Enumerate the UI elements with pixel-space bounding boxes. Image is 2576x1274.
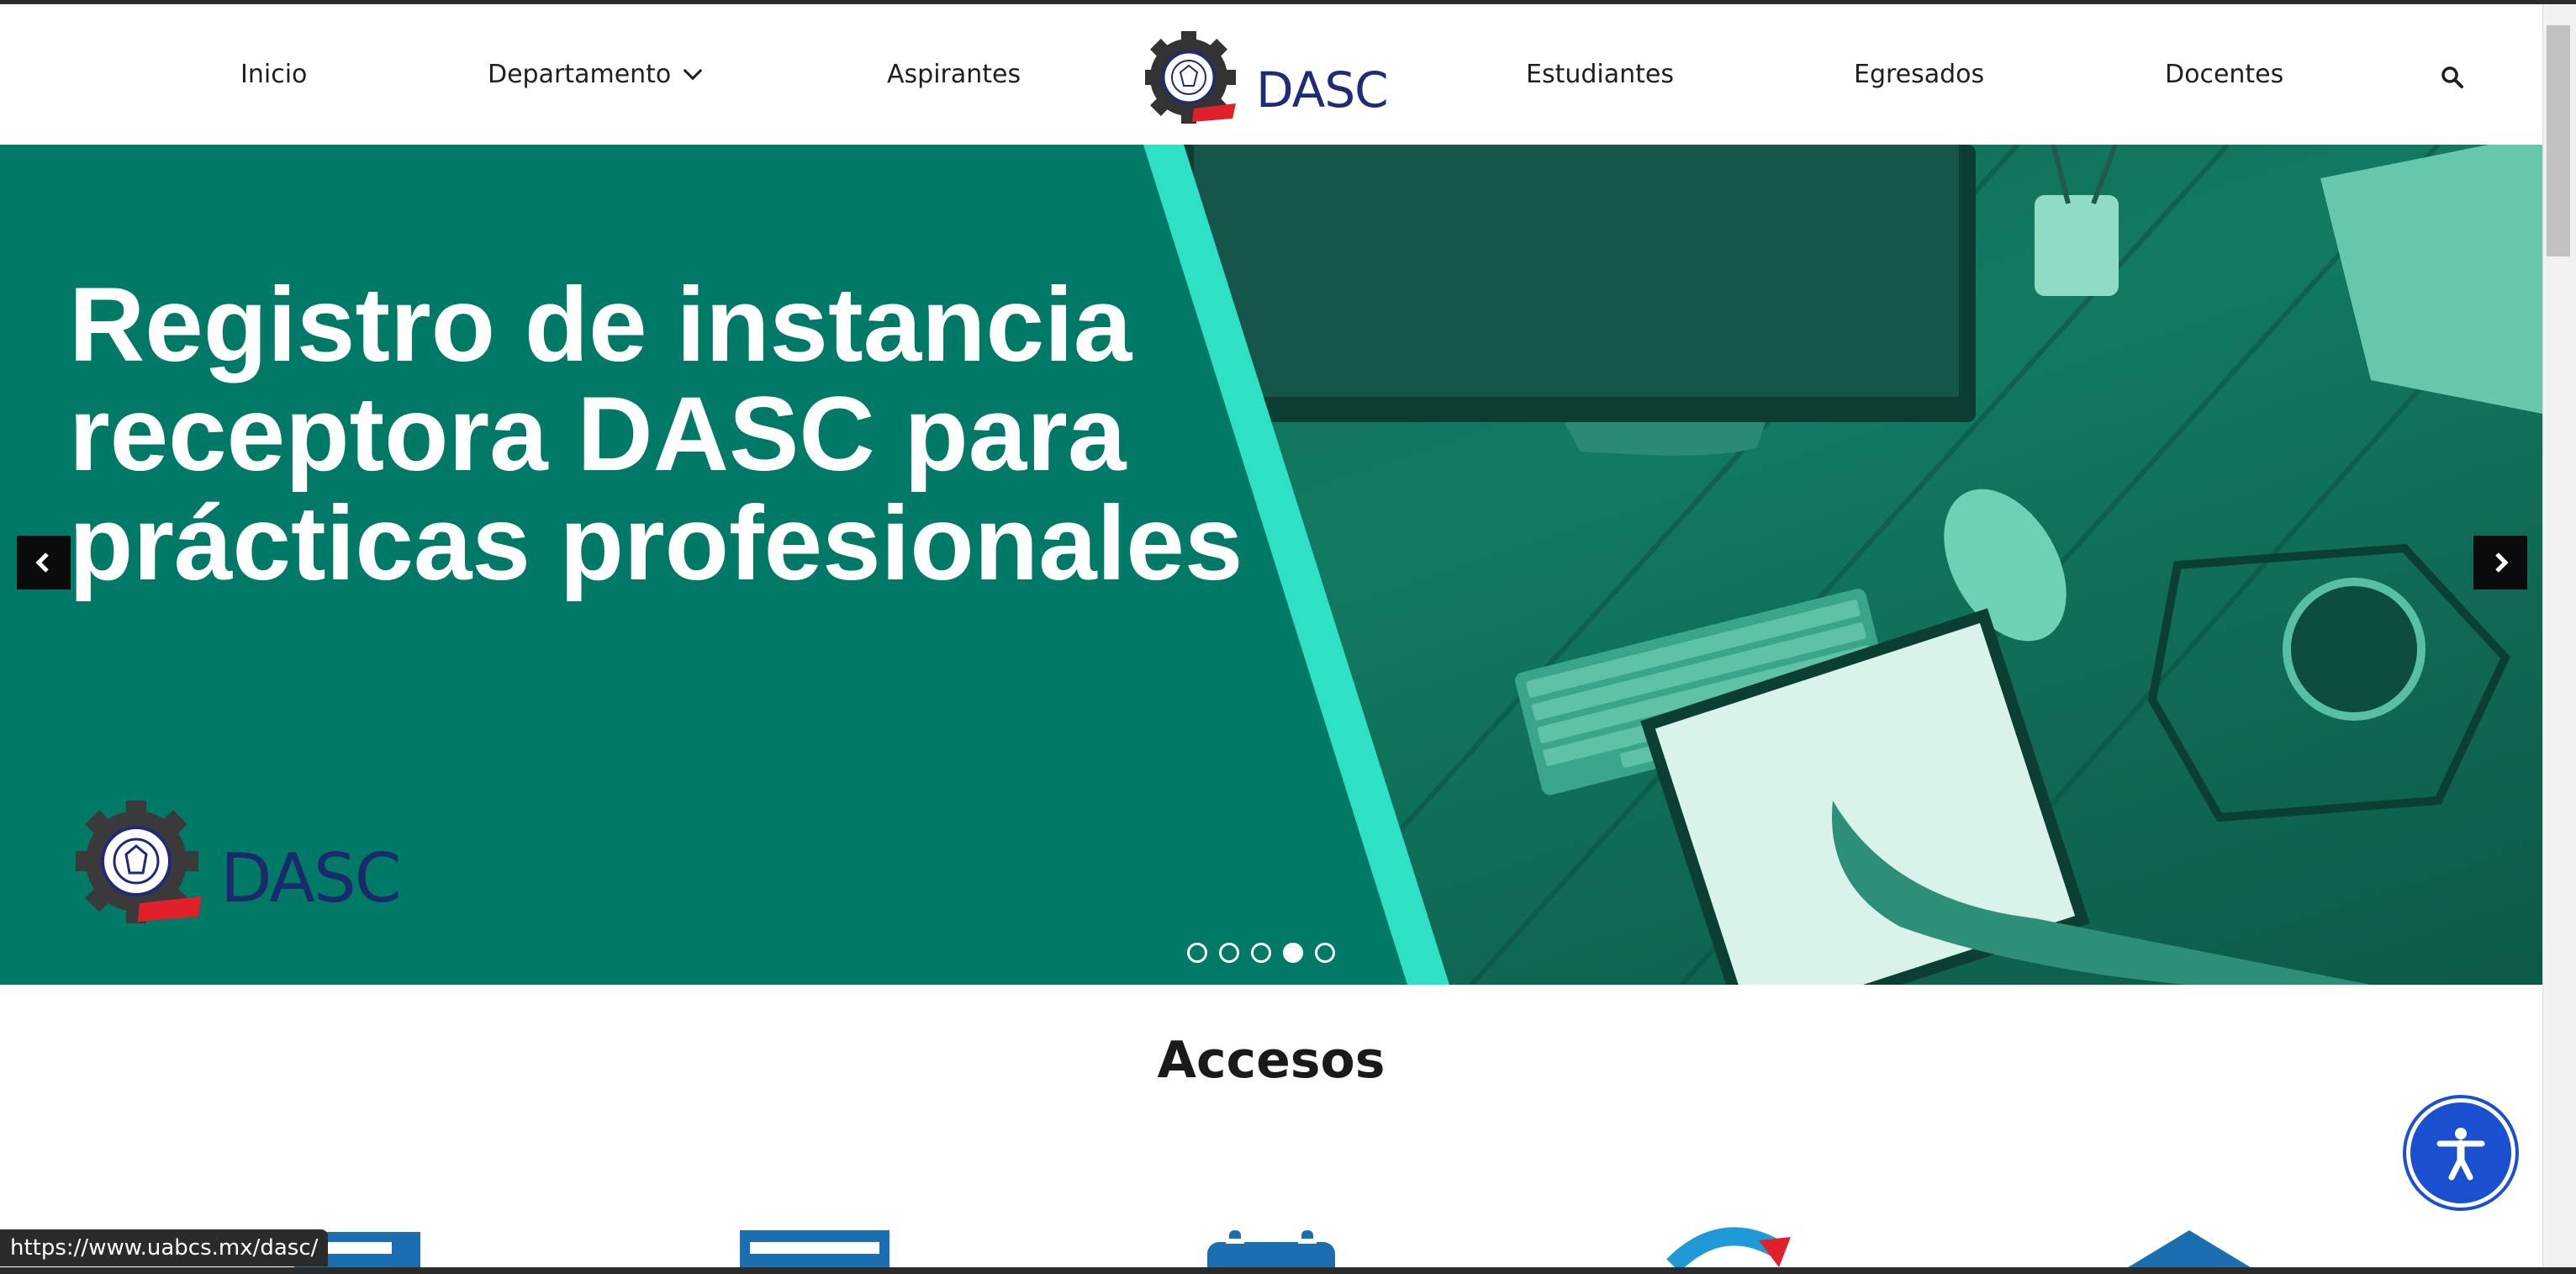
hero-title-line1: Registro de instancia (69, 267, 1132, 383)
slider-dot-1[interactable] (1187, 943, 1207, 963)
gear-logo-icon: DASC (1142, 30, 1389, 124)
hero-title: Registro de instancia receptora DASC par… (69, 271, 1246, 599)
window-bottom-border (0, 1267, 2576, 1274)
slider-dot-3[interactable] (1251, 943, 1271, 963)
accesos-heading: Accesos (1157, 1031, 1386, 1090)
accessibility-person-icon (2436, 1128, 2485, 1181)
svg-text:DASC: DASC (220, 839, 400, 917)
nav-docentes[interactable]: Docentes (2165, 60, 2283, 89)
access-icon-form[interactable] (740, 1224, 891, 1274)
slider-dots (1187, 943, 1335, 968)
scrollbar-thumb[interactable] (2547, 25, 2570, 256)
hero-slider: Registro de instancia receptora DASC par… (0, 145, 2542, 985)
chevron-right-icon (2495, 552, 2509, 573)
hero-title-line2: receptora DASC para (69, 376, 1127, 493)
access-icon-calendar[interactable] (1204, 1224, 1338, 1274)
svg-text:DASC: DASC (1256, 61, 1388, 119)
slider-prev-button[interactable] (17, 536, 71, 589)
accessibility-button[interactable] (2406, 1098, 2515, 1208)
chevron-down-icon (683, 61, 703, 81)
nav-estudiantes[interactable]: Estudiantes (1526, 60, 1674, 89)
search-icon[interactable] (2440, 65, 2465, 90)
slider-dot-4-active[interactable] (1283, 943, 1303, 963)
nav-departamento[interactable]: Departamento (488, 60, 703, 89)
hero-title-line3: prácticas profesionales (69, 485, 1243, 602)
page: Inicio Departamento Aspirantes DASC Estu… (0, 0, 2576, 1274)
nav-departamento-label: Departamento (488, 60, 672, 89)
nav-aspirantes[interactable]: Aspirantes (887, 60, 1021, 89)
slider-dot-5[interactable] (1315, 943, 1335, 963)
nav-egresados[interactable]: Egresados (1854, 60, 1984, 89)
slider-next-button[interactable] (2473, 536, 2527, 589)
access-icon-graduation[interactable] (2114, 1224, 2265, 1274)
nav-inicio[interactable]: Inicio (240, 60, 307, 89)
chevron-left-icon (35, 552, 49, 573)
site-header: Inicio Departamento Aspirantes DASC Estu… (0, 4, 2542, 145)
dasc-logo[interactable]: DASC (1142, 30, 1397, 124)
hero-dasc-logo: DASC (74, 799, 420, 927)
slider-dot-2[interactable] (1219, 943, 1239, 963)
access-icon-refresh[interactable] (1665, 1224, 1799, 1274)
status-bar-url: https://www.uabcs.mx/dasc/ (0, 1229, 329, 1266)
